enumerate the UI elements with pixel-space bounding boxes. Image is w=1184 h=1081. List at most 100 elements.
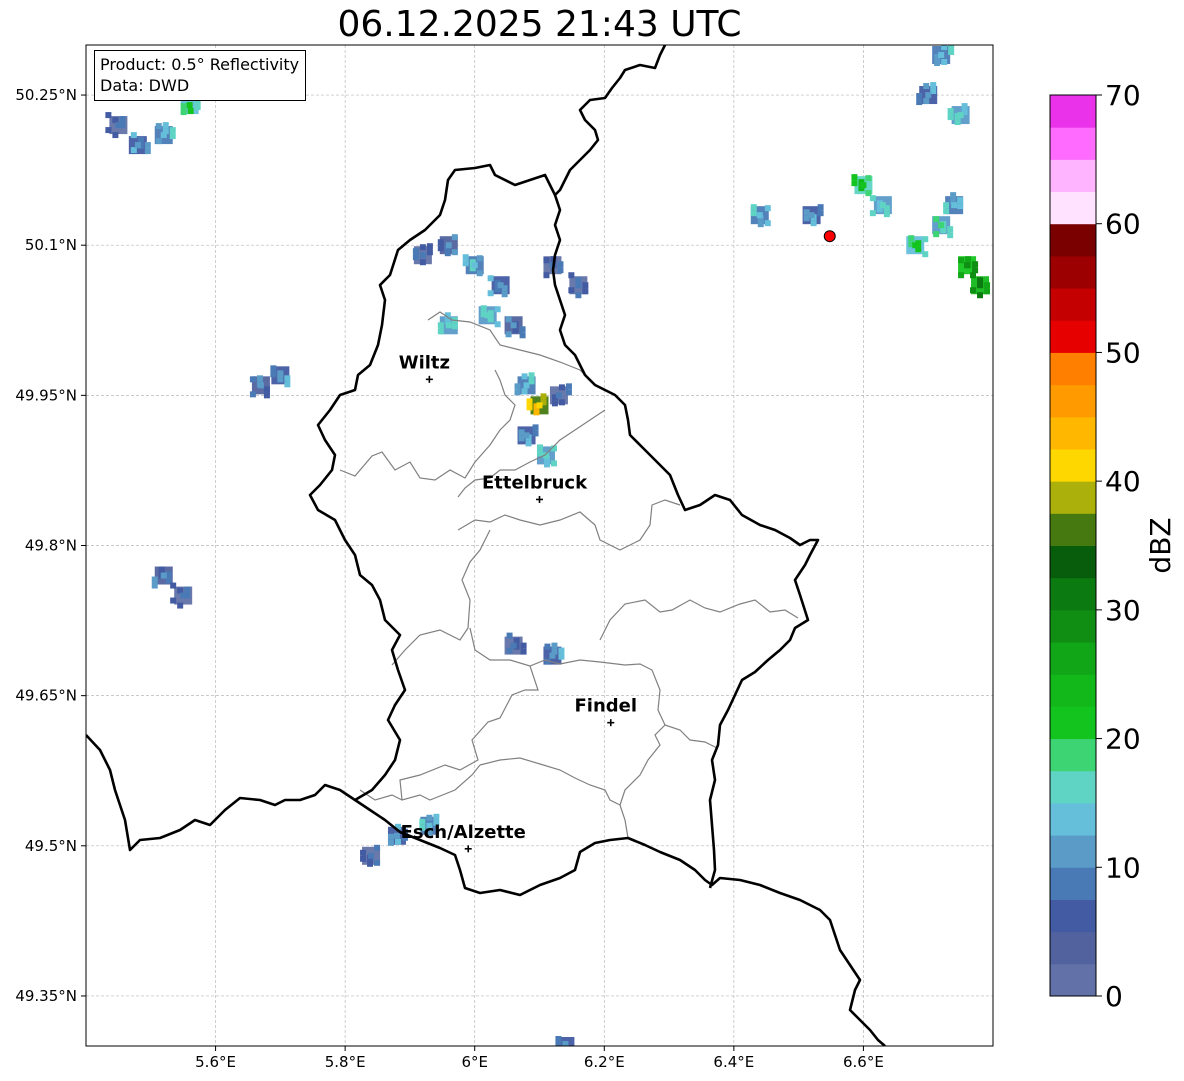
lon-tick-label: 6.6°E (843, 1053, 884, 1071)
colorbar-label: dBZ (1144, 517, 1177, 573)
lon-tick-label: 6.4°E (713, 1053, 754, 1071)
reflectivity-echo (151, 566, 173, 589)
colorbar-segment (1050, 288, 1096, 321)
reflectivity-echo (851, 174, 873, 197)
colorbar-segment (1050, 577, 1096, 611)
colorbar-segment (1050, 95, 1096, 128)
city-marker: Wiltz (399, 352, 450, 383)
reflectivity-echo (412, 243, 433, 266)
reflectivity-echo (504, 632, 527, 655)
lat-tick-label: 49.65°N (15, 687, 77, 705)
lat-tick-label: 49.8°N (25, 537, 77, 555)
colorbar-tick-label: 20 (1105, 723, 1141, 756)
lat-tick-label: 50.1°N (25, 236, 77, 254)
national-border (554, 45, 667, 196)
lon-tick-label: 6°E (461, 1053, 488, 1071)
colorbar-segment (1050, 191, 1096, 225)
lat-tick-label: 49.5°N (25, 837, 77, 855)
reflectivity-echo (932, 45, 955, 67)
product-line: Product: 0.5° Reflectivity (100, 55, 300, 74)
reflectivity-echo (154, 122, 176, 145)
reflectivity-echo (970, 272, 991, 299)
reflectivity-echo (478, 305, 501, 328)
city-marker: Findel (574, 696, 637, 727)
canton-boundary (339, 369, 516, 481)
colorbar-segment (1050, 802, 1096, 836)
city-label: Esch/Alzette (401, 822, 526, 843)
city-label: Wiltz (399, 352, 450, 373)
colorbar-segment (1050, 127, 1096, 160)
reflectivity-echo (932, 216, 954, 239)
city-marker: Ettelbruck (482, 472, 588, 503)
reflectivity-echo (526, 393, 549, 416)
national-border (86, 163, 820, 889)
lat-tick-label: 49.95°N (15, 386, 77, 404)
colorbar-tick-label: 50 (1105, 336, 1141, 369)
reflectivity-echo (568, 272, 589, 299)
colorbar-segment (1050, 320, 1096, 353)
reflectivity-echo (487, 275, 510, 298)
reflectivity-echo (437, 312, 458, 335)
colorbar-segment (1050, 706, 1096, 740)
colorbar-segment (1050, 352, 1096, 386)
reflectivity-echo (916, 82, 938, 106)
boundaries (86, 45, 886, 1046)
colorbar-tick-label: 30 (1105, 594, 1141, 627)
colorbar-segment (1050, 545, 1096, 579)
colorbar-segment (1050, 674, 1096, 707)
colorbar-segment (1050, 835, 1096, 868)
colorbar-segment (1050, 416, 1096, 450)
colorbar-segment (1050, 255, 1096, 289)
colorbar-tick-label: 0 (1105, 980, 1123, 1013)
lat-tick-label: 49.35°N (15, 987, 77, 1005)
colorbar-segment (1050, 770, 1096, 804)
reflectivity-echo (549, 383, 572, 407)
colorbar-segment (1050, 223, 1096, 257)
reflectivity-layer (105, 45, 991, 1046)
colorbar: 0 10 20 30 40 50 60 70 dBZ (1049, 79, 1177, 1013)
colorbar-tick-label: 60 (1105, 208, 1141, 241)
reflectivity-echo (536, 444, 557, 468)
colorbar-tick-label: 40 (1105, 465, 1141, 498)
reflectivity-echo (437, 234, 458, 257)
reflectivity-echo (543, 642, 565, 665)
reflectivity-echo (943, 192, 964, 215)
canton-boundary (599, 599, 799, 641)
reflectivity-echo (947, 103, 970, 126)
colorbar-segment (1050, 931, 1096, 965)
reflectivity-echo (750, 204, 771, 228)
canton-boundary (359, 789, 403, 801)
colorbar-segment (1050, 899, 1096, 933)
reflectivity-echo (555, 1036, 575, 1046)
grid-lines (86, 45, 993, 1046)
map-canvas[interactable]: Wiltz Ettelbruck Findel Esch/Alzette 5.6°E 5… (0, 0, 1184, 1081)
colorbar-segment (1050, 513, 1096, 546)
canton-boundary (619, 724, 666, 806)
lon-tick-label: 6.2°E (584, 1053, 625, 1071)
reflectivity-echo (270, 365, 291, 388)
city-label: Ettelbruck (482, 472, 588, 493)
reflectivity-echo (105, 112, 128, 139)
product-info-box: Product: 0.5° Reflectivity Data: DWD (94, 50, 307, 101)
lon-tick-label: 5.6°E (195, 1053, 236, 1071)
lat-tick-label: 50.25°N (15, 86, 77, 104)
city-label: Findel (574, 696, 637, 717)
city-marker: Esch/Alzette (401, 822, 526, 853)
colorbar-segment (1050, 738, 1096, 772)
colorbar-segment (1050, 448, 1096, 482)
colorbar-segment (1050, 384, 1096, 418)
colorbar-segment (1050, 963, 1096, 997)
canton-boundary (457, 499, 681, 551)
reflectivity-echo (170, 582, 193, 609)
reflectivity-echo (514, 372, 536, 396)
colorbar-tick-label: 70 (1105, 79, 1141, 112)
city-markers: Wiltz Ettelbruck Findel Esch/Alzette (399, 230, 836, 853)
colorbar-segment (1050, 481, 1096, 514)
canton-boundary (399, 665, 539, 801)
reflectivity-echo (802, 204, 824, 227)
data-source-line: Data: DWD (100, 76, 190, 95)
canton-boundary (391, 529, 491, 666)
reflectivity-echo (360, 844, 381, 867)
reflectivity-echo (504, 316, 526, 339)
lon-tick-label: 5.8°E (325, 1053, 366, 1071)
